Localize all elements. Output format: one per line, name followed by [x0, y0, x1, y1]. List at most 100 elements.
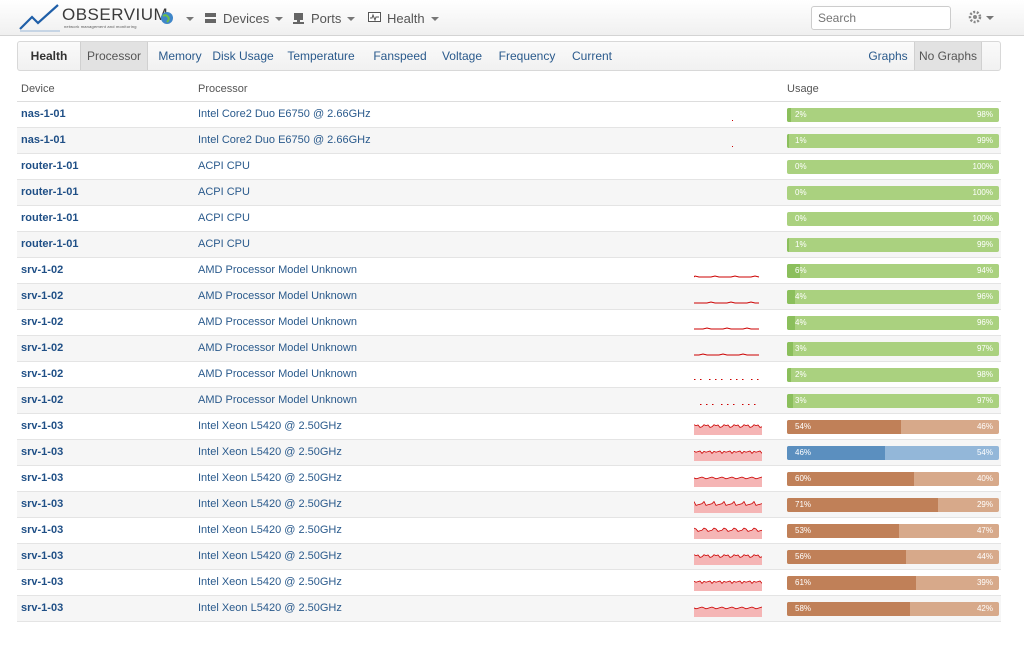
device-link[interactable]: srv-1-03: [21, 602, 63, 614]
usage-bar: 2% 98%: [787, 108, 999, 122]
usage-sparkline[interactable]: [694, 289, 762, 305]
device-link[interactable]: srv-1-03: [21, 472, 63, 484]
usage-sparkline[interactable]: [694, 575, 762, 591]
device-link[interactable]: router-1-01: [21, 238, 78, 250]
processor-link[interactable]: Intel Core2 Duo E6750 @ 2.66GHz: [198, 134, 371, 146]
usage-sparkline[interactable]: [694, 471, 762, 487]
usage-sparkline[interactable]: [694, 315, 762, 331]
processor-link[interactable]: AMD Processor Model Unknown: [198, 264, 357, 276]
usage-bar: 61% 39%: [787, 576, 999, 590]
tab-processor[interactable]: Processor: [80, 42, 148, 70]
usage-sparkline[interactable]: [694, 133, 762, 149]
search-input[interactable]: [811, 6, 951, 30]
device-link[interactable]: nas-1-01: [21, 134, 66, 146]
nav-health[interactable]: Health: [368, 0, 439, 36]
device-link[interactable]: srv-1-03: [21, 498, 63, 510]
usage-sparkline[interactable]: [694, 419, 762, 435]
processor-link[interactable]: AMD Processor Model Unknown: [198, 342, 357, 354]
device-link[interactable]: nas-1-01: [21, 108, 66, 120]
device-link[interactable]: router-1-01: [21, 212, 78, 224]
table-row: srv-1-03 Intel Xeon L5420 @ 2.50GHz 56% 44%: [17, 544, 1001, 570]
usage-used-label: 1%: [795, 240, 807, 249]
nav-devices[interactable]: Devices: [204, 0, 284, 36]
no-graphs-toggle[interactable]: No Graphs: [914, 42, 982, 70]
processor-link[interactable]: Intel Xeon L5420 @ 2.50GHz: [198, 550, 342, 562]
table-body: nas-1-01 Intel Core2 Duo E6750 @ 2.66GHz 2…: [17, 102, 1001, 622]
usage-sparkline[interactable]: [694, 601, 762, 617]
brand-name: OBSERVIUM: [62, 5, 169, 24]
usage-sparkline[interactable]: [694, 549, 762, 565]
processor-link[interactable]: AMD Processor Model Unknown: [198, 290, 357, 302]
tab-frequency[interactable]: Frequency: [494, 42, 560, 70]
processor-link[interactable]: Intel Xeon L5420 @ 2.50GHz: [198, 498, 342, 510]
graphs-toggle[interactable]: Graphs: [862, 42, 914, 70]
device-link[interactable]: router-1-01: [21, 186, 78, 198]
usage-sparkline[interactable]: [694, 107, 762, 123]
observium-logo[interactable]: OBSERVIUM network management and monitor…: [18, 3, 168, 33]
device-link[interactable]: srv-1-02: [21, 264, 63, 276]
usage-bar-used: [787, 238, 790, 252]
device-link[interactable]: srv-1-03: [21, 446, 63, 458]
processor-link[interactable]: AMD Processor Model Unknown: [198, 368, 357, 380]
usage-used-label: 2%: [795, 370, 807, 379]
processor-link[interactable]: Intel Xeon L5420 @ 2.50GHz: [198, 576, 342, 588]
device-link[interactable]: srv-1-02: [21, 368, 63, 380]
device-link[interactable]: srv-1-02: [21, 290, 63, 302]
usage-sparkline[interactable]: [694, 523, 762, 539]
table-row: router-1-01 ACPI CPU 1% 99%: [17, 232, 1001, 258]
usage-bar: 0% 100%: [787, 212, 999, 226]
settings-menu[interactable]: [968, 10, 994, 29]
device-link[interactable]: srv-1-02: [21, 316, 63, 328]
tab-memory[interactable]: Memory: [150, 42, 210, 70]
usage-free-label: 100%: [972, 188, 993, 197]
processor-link[interactable]: Intel Xeon L5420 @ 2.50GHz: [198, 446, 342, 458]
processor-link[interactable]: ACPI CPU: [198, 238, 250, 250]
brand-tagline: network management and monitoring: [64, 24, 137, 29]
processor-link[interactable]: ACPI CPU: [198, 186, 250, 198]
usage-bar-used: [787, 134, 790, 148]
device-link[interactable]: srv-1-02: [21, 394, 63, 406]
usage-sparkline[interactable]: [694, 367, 762, 383]
device-link[interactable]: router-1-01: [21, 160, 78, 172]
usage-bar: 6% 94%: [787, 264, 999, 278]
usage-bar-used: [787, 394, 794, 408]
monitor-icon: [368, 12, 381, 22]
section-health[interactable]: Health: [18, 42, 80, 70]
processor-link[interactable]: Intel Xeon L5420 @ 2.50GHz: [198, 420, 342, 432]
usage-sparkline[interactable]: [694, 497, 762, 513]
tab-disk-usage[interactable]: Disk Usage: [210, 42, 276, 70]
processor-link[interactable]: Intel Xeon L5420 @ 2.50GHz: [198, 524, 342, 536]
tab-current[interactable]: Current: [568, 42, 616, 70]
device-link[interactable]: srv-1-03: [21, 420, 63, 432]
usage-sparkline[interactable]: [694, 393, 762, 409]
tab-fanspeed[interactable]: Fanspeed: [368, 42, 432, 70]
processor-link[interactable]: Intel Xeon L5420 @ 2.50GHz: [198, 472, 342, 484]
processor-link[interactable]: Intel Xeon L5420 @ 2.50GHz: [198, 602, 342, 614]
usage-bar: 53% 47%: [787, 524, 999, 538]
usage-sparkline[interactable]: [694, 445, 762, 461]
nav-ports[interactable]: Ports: [292, 0, 356, 36]
usage-bar-free: [787, 134, 999, 148]
usage-sparkline[interactable]: [694, 341, 762, 357]
usage-free-label: 54%: [976, 448, 993, 457]
usage-bar: 58% 42%: [787, 602, 999, 616]
processor-link[interactable]: AMD Processor Model Unknown: [198, 316, 357, 328]
device-link[interactable]: srv-1-02: [21, 342, 63, 354]
processor-link[interactable]: Intel Core2 Duo E6750 @ 2.66GHz: [198, 108, 371, 120]
globe-menu[interactable]: [160, 0, 194, 36]
usage-bar: 60% 40%: [787, 472, 999, 486]
usage-sparkline[interactable]: [694, 263, 762, 279]
usage-bar-free: [787, 160, 999, 174]
processor-link[interactable]: ACPI CPU: [198, 160, 250, 172]
tab-voltage[interactable]: Voltage: [438, 42, 486, 70]
processor-link[interactable]: AMD Processor Model Unknown: [198, 394, 357, 406]
tab-temperature[interactable]: Temperature: [282, 42, 360, 70]
usage-bar-free: [787, 394, 999, 408]
device-link[interactable]: srv-1-03: [21, 524, 63, 536]
processor-link[interactable]: ACPI CPU: [198, 212, 250, 224]
device-link[interactable]: srv-1-03: [21, 576, 63, 588]
device-link[interactable]: srv-1-03: [21, 550, 63, 562]
table-row: srv-1-02 AMD Processor Model Unknown 4% 96%: [17, 310, 1001, 336]
table-row: srv-1-03 Intel Xeon L5420 @ 2.50GHz 71% 29%: [17, 492, 1001, 518]
usage-used-label: 56%: [795, 552, 812, 561]
